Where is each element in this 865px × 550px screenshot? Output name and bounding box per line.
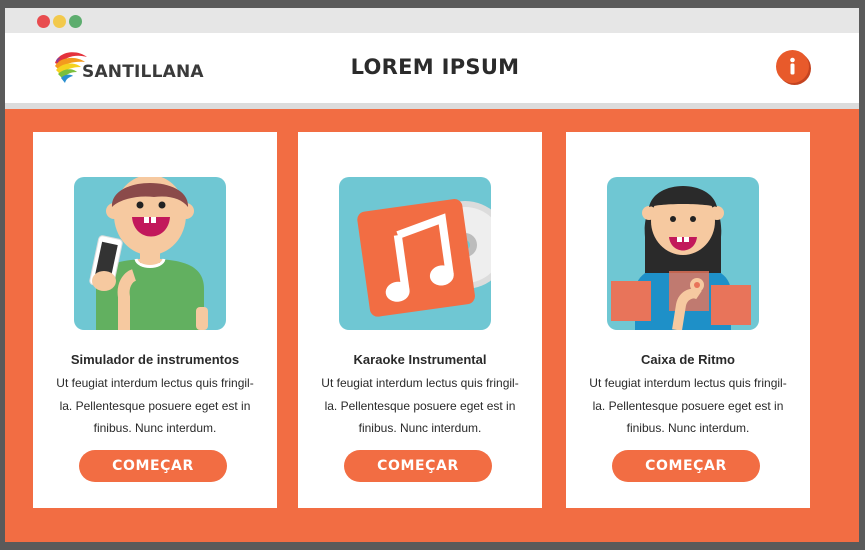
- info-icon: [790, 57, 795, 75]
- boy-with-phone-illustration: [74, 177, 226, 330]
- card-description: Ut feugiat interdum lectus quis fringil-…: [589, 376, 787, 435]
- close-window-button[interactable]: [37, 15, 50, 28]
- card-description: Ut feugiat interdum lectus quis fringil-…: [321, 376, 519, 435]
- minimize-window-button[interactable]: [53, 15, 66, 28]
- header: SANTILLANA LOREM IPSUM: [5, 33, 859, 103]
- santillana-logo[interactable]: SANTILLANA: [53, 49, 204, 85]
- music-note-cd-illustration: [339, 177, 491, 330]
- app-window: SANTILLANA LOREM IPSUM Simulador de inst…: [5, 8, 859, 542]
- card-description: Ut feugiat interdum lectus quis fringil-…: [56, 376, 254, 435]
- girl-with-pads-illustration: [607, 177, 759, 330]
- card-title: Simulador de instrumentos: [70, 352, 240, 367]
- start-button-instruments[interactable]: COMEÇAR: [79, 450, 227, 482]
- start-button-rhythm[interactable]: COMEÇAR: [612, 450, 760, 482]
- card-title: Karaoke Instrumental: [353, 352, 487, 367]
- title-bar: [5, 8, 859, 33]
- info-button[interactable]: [776, 50, 809, 83]
- activity-card-karaoke: Karaoke Instrumental Ut feugiat interdum…: [298, 132, 542, 508]
- maximize-window-button[interactable]: [69, 15, 82, 28]
- activity-card-instruments: Simulador de instrumentos Ut feugiat int…: [33, 132, 277, 508]
- start-button-karaoke[interactable]: COMEÇAR: [344, 450, 492, 482]
- logo-text: SANTILLANA: [82, 62, 204, 82]
- activity-card-rhythm: Caixa de Ritmo Ut feugiat interdum lectu…: [566, 132, 810, 508]
- header-divider: [5, 103, 859, 109]
- page-title: LOREM IPSUM: [350, 55, 520, 79]
- card-title: Caixa de Ritmo: [641, 352, 735, 367]
